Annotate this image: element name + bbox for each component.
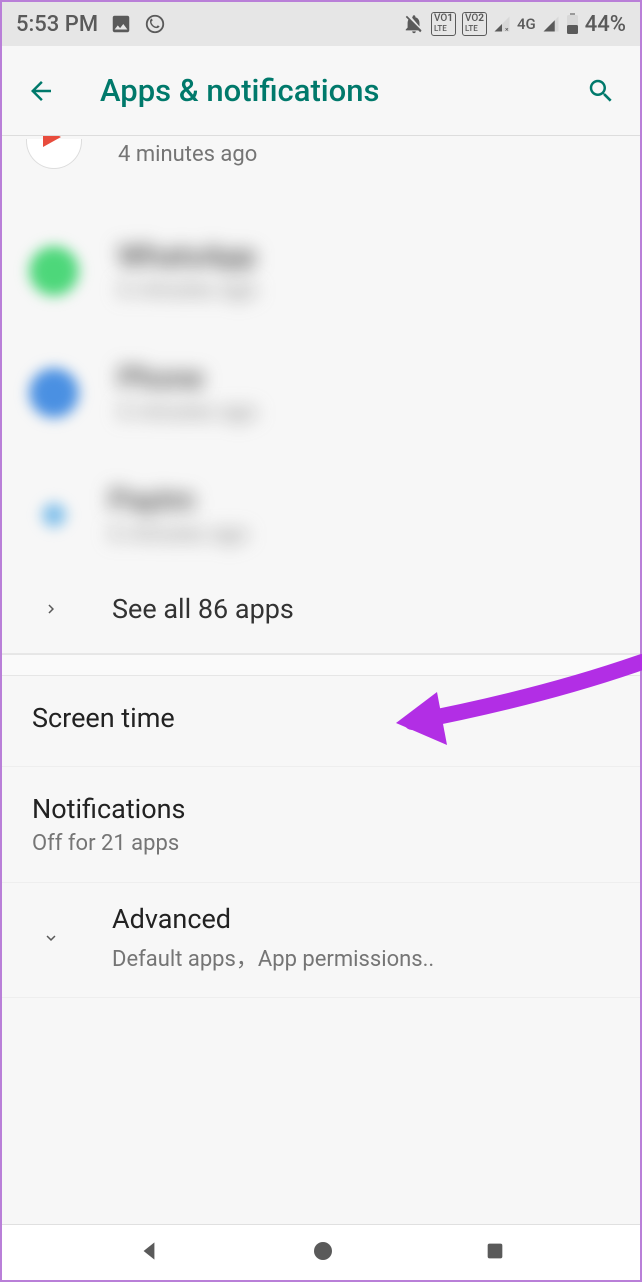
gallery-icon	[110, 13, 132, 35]
search-icon	[586, 76, 616, 106]
network-label: 4G	[517, 15, 536, 33]
status-right: VO1LTE VO2LTE × 4G 44%	[403, 12, 626, 37]
signal-bars-icon: ×	[493, 15, 511, 33]
status-left: 5:53 PM	[16, 12, 166, 37]
nav-back-icon	[136, 1238, 162, 1264]
app-item-blurred[interactable]: WhatsApp 6 minutes ago	[2, 221, 640, 321]
status-time: 5:53 PM	[16, 12, 98, 37]
nav-recents-icon	[484, 1240, 506, 1262]
volte1-icon: VO1LTE	[431, 12, 456, 36]
app-name-blurred: Paytm	[109, 483, 616, 518]
app-subtitle: 4 minutes ago	[118, 142, 616, 167]
navigation-bar	[2, 1224, 640, 1280]
back-arrow-icon	[26, 76, 56, 106]
app-item-blurred[interactable]: Paytm 6 minutes ago	[2, 465, 640, 565]
app-icon-play-store	[26, 139, 82, 169]
nav-home-icon	[311, 1239, 335, 1263]
app-subtitle-blurred: 6 minutes ago	[118, 400, 616, 425]
see-all-apps-label: See all 86 apps	[112, 593, 294, 625]
app-item-partial[interactable]: 4 minutes ago	[2, 136, 640, 186]
back-button[interactable]	[26, 76, 56, 106]
chevron-right-icon	[42, 600, 60, 618]
advanced-item[interactable]: Advanced Default apps，App permissions..	[2, 883, 640, 997]
nav-back-button[interactable]	[136, 1238, 162, 1268]
app-subtitle-blurred: 6 minutes ago	[109, 522, 616, 547]
battery-percentage: 44%	[585, 12, 626, 37]
notifications-title: Notifications	[32, 793, 610, 825]
status-bar: 5:53 PM VO1LTE VO2LTE × 4G 44%	[2, 2, 640, 46]
screen-time-item[interactable]: Screen time	[2, 676, 640, 767]
chevron-down-icon	[42, 929, 60, 947]
section-divider	[2, 654, 640, 676]
app-icon-blue	[26, 365, 82, 421]
app-icon-green	[26, 243, 82, 299]
battery-icon	[566, 13, 579, 35]
see-all-apps-button[interactable]: See all 86 apps	[2, 565, 640, 654]
app-icon-small	[35, 496, 73, 534]
volte2-icon: VO2LTE	[462, 12, 487, 36]
advanced-subtitle: Default apps，App permissions..	[112, 941, 616, 973]
search-button[interactable]	[586, 76, 616, 106]
whatsapp-icon	[144, 13, 166, 35]
svg-text:×: ×	[505, 26, 509, 34]
screen-root: 5:53 PM VO1LTE VO2LTE × 4G 44% Apps & no…	[2, 2, 640, 1280]
notifications-item[interactable]: Notifications Off for 21 apps	[2, 767, 640, 883]
content-area: 4 minutes ago WhatsApp 6 minutes ago Pho…	[2, 136, 640, 1224]
app-item-blurred[interactable]: Phone 6 minutes ago	[2, 343, 640, 443]
signal-bars2-icon	[542, 15, 560, 33]
app-subtitle-blurred: 6 minutes ago	[118, 278, 616, 303]
app-name-blurred: WhatsApp	[118, 239, 616, 274]
nav-home-button[interactable]	[311, 1239, 335, 1267]
screen-time-title: Screen time	[32, 702, 610, 734]
notifications-subtitle: Off for 21 apps	[32, 831, 610, 856]
page-title: Apps & notifications	[100, 72, 542, 109]
app-name-blurred: Phone	[118, 361, 616, 396]
notification-off-icon	[403, 13, 425, 35]
advanced-title: Advanced	[112, 903, 616, 935]
app-header: Apps & notifications	[2, 46, 640, 136]
nav-recents-button[interactable]	[484, 1240, 506, 1266]
